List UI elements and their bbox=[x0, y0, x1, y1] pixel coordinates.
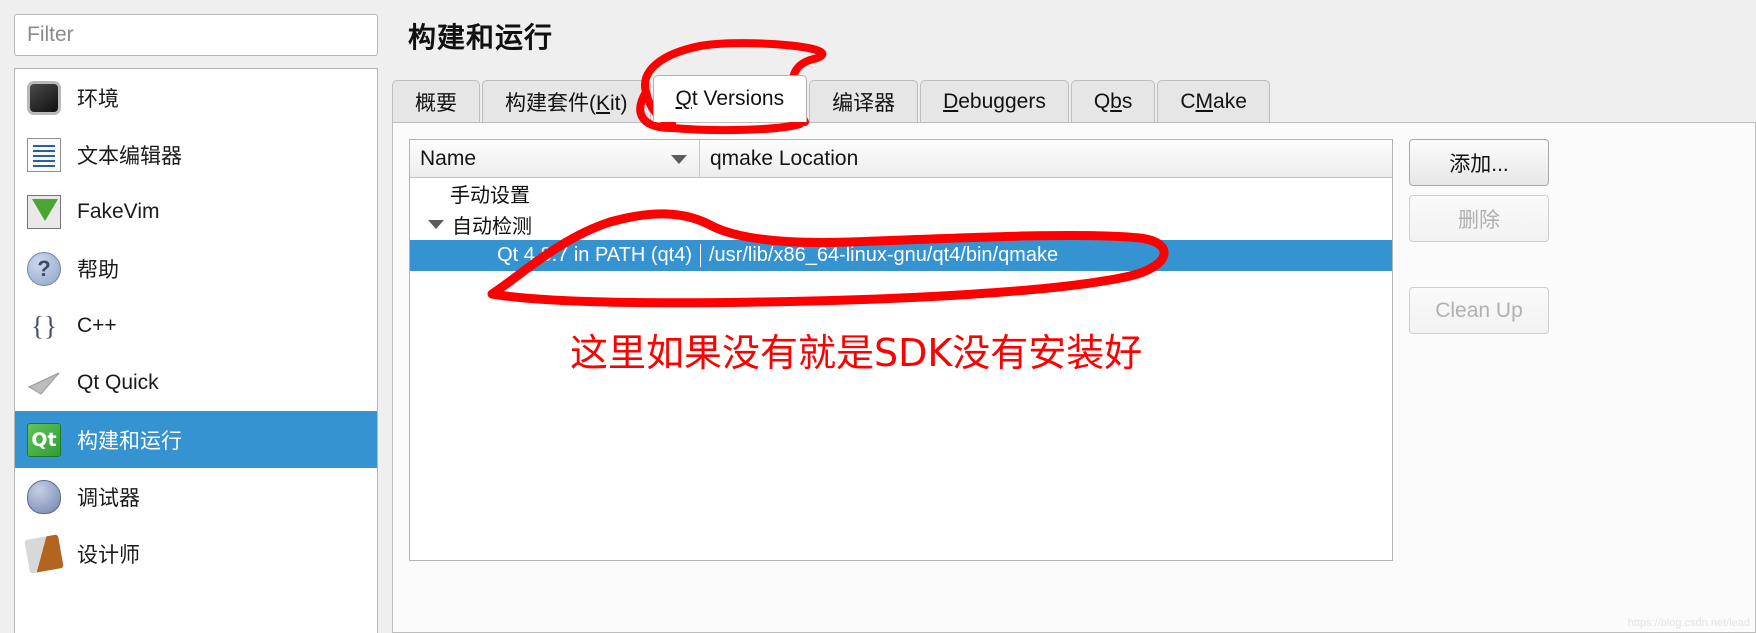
qt-build-icon: Qt bbox=[27, 422, 61, 457]
help-question-icon: ? bbox=[27, 251, 61, 286]
sidebar-item-label: Qt Quick bbox=[77, 370, 159, 394]
tab-compilers[interactable]: 编译器 bbox=[809, 80, 919, 122]
column-header-label: Name bbox=[420, 146, 477, 170]
cell-name: 手动设置 bbox=[450, 185, 530, 207]
sidebar-item-label: 设计师 bbox=[77, 543, 140, 567]
add-button[interactable]: 添加... bbox=[1409, 139, 1549, 186]
tab-label: 构建套件(Kit) bbox=[505, 91, 628, 115]
tab-label: Qt Versions bbox=[675, 87, 785, 110]
left-pane: 环境 文本编辑器 FakeVim ? 帮助 {} C++ bbox=[0, 0, 392, 633]
filter-input[interactable] bbox=[14, 14, 378, 56]
sidebar-item-cpp[interactable]: {} C++ bbox=[15, 297, 377, 354]
bug-icon bbox=[27, 479, 61, 514]
tab-overview[interactable]: 概要 bbox=[392, 80, 480, 122]
table-row[interactable]: Qt 4.8.7 in PATH (qt4) /usr/lib/x86_64-l… bbox=[410, 240, 1392, 271]
page-title: 构建和运行 bbox=[408, 22, 554, 53]
cell-name: 自动检测 bbox=[452, 216, 532, 238]
sidebar-item-label: 帮助 bbox=[77, 258, 119, 282]
table-row[interactable]: 自动检测 bbox=[410, 209, 1392, 240]
sort-descending-icon bbox=[671, 155, 687, 164]
right-pane: 构建和运行 概要 构建套件(Kit) Qt Versions 编译器 Debug… bbox=[392, 0, 1756, 633]
tab-label: 概要 bbox=[415, 91, 457, 115]
monitor-icon bbox=[27, 80, 61, 115]
column-header-name[interactable]: Name bbox=[410, 140, 700, 177]
sidebar-item-build-and-run[interactable]: Qt 构建和运行 bbox=[15, 411, 377, 468]
column-header-label: qmake Location bbox=[710, 146, 859, 170]
sidebar-item-label: 文本编辑器 bbox=[77, 144, 182, 168]
clean-up-button: Clean Up bbox=[1409, 287, 1549, 334]
cell-name-group: 自动检测 bbox=[410, 210, 700, 239]
delete-button: 删除 bbox=[1409, 195, 1549, 242]
cell-name: Qt 4.8.7 in PATH (qt4) bbox=[497, 244, 692, 266]
tab-label: Qbs bbox=[1093, 89, 1133, 113]
sidebar-item-help[interactable]: ? 帮助 bbox=[15, 240, 377, 297]
cell-location: /usr/lib/x86_64-linux-gnu/qt4/bin/qmake bbox=[700, 244, 1392, 267]
fakevim-icon bbox=[27, 194, 61, 229]
tab-qbs[interactable]: Qbs bbox=[1070, 80, 1156, 122]
sidebar-item-label: FakeVim bbox=[77, 199, 160, 223]
tab-kits[interactable]: 构建套件(Kit) bbox=[482, 80, 651, 122]
table-row[interactable]: 手动设置 bbox=[410, 178, 1392, 209]
qt-versions-table[interactable]: Name qmake Location 手动设置 自动检测 Qt 4.8.7 i… bbox=[409, 139, 1393, 561]
tab-label: Debuggers bbox=[943, 89, 1046, 113]
sidebar-item-label: 环境 bbox=[77, 87, 119, 111]
tab-label: 编译器 bbox=[832, 91, 896, 115]
text-editor-icon bbox=[27, 137, 61, 172]
tab-panel-qt-versions: Name qmake Location 手动设置 自动检测 Qt 4.8.7 i… bbox=[392, 122, 1756, 633]
sidebar-item-qt-quick[interactable]: Qt Quick bbox=[15, 354, 377, 411]
sidebar-item-debugger[interactable]: 调试器 bbox=[15, 468, 377, 525]
tab-cmake[interactable]: CMake bbox=[1157, 80, 1270, 122]
designer-pen-icon bbox=[24, 533, 64, 574]
sidebar-list[interactable]: 环境 文本编辑器 FakeVim ? 帮助 {} C++ Qt Quick Qt… bbox=[14, 68, 378, 633]
column-header-qmake-location[interactable]: qmake Location bbox=[700, 140, 1392, 177]
braces-icon: {} bbox=[31, 310, 57, 341]
paper-plane-icon bbox=[27, 366, 61, 400]
tab-label: CMake bbox=[1180, 89, 1247, 113]
sidebar-item-fakevim[interactable]: FakeVim bbox=[15, 183, 377, 240]
sidebar-item-designer[interactable]: 设计师 bbox=[15, 525, 377, 582]
sidebar-item-environment[interactable]: 环境 bbox=[15, 69, 377, 126]
expand-collapse-triangle-icon[interactable] bbox=[428, 220, 444, 229]
sidebar-item-label: 调试器 bbox=[77, 486, 140, 510]
table-header-row: Name qmake Location bbox=[410, 140, 1392, 178]
sidebar-item-label: 构建和运行 bbox=[77, 429, 182, 453]
tab-debuggers[interactable]: Debuggers bbox=[920, 80, 1069, 122]
tab-bar: 概要 构建套件(Kit) Qt Versions 编译器 Debuggers Q… bbox=[392, 75, 1272, 122]
sidebar-item-text-editor[interactable]: 文本编辑器 bbox=[15, 126, 377, 183]
qt-creator-options-dialog: 环境 文本编辑器 FakeVim ? 帮助 {} C++ bbox=[0, 0, 1756, 633]
tab-qt-versions[interactable]: Qt Versions bbox=[652, 75, 808, 122]
sidebar-item-label: C++ bbox=[77, 313, 117, 337]
